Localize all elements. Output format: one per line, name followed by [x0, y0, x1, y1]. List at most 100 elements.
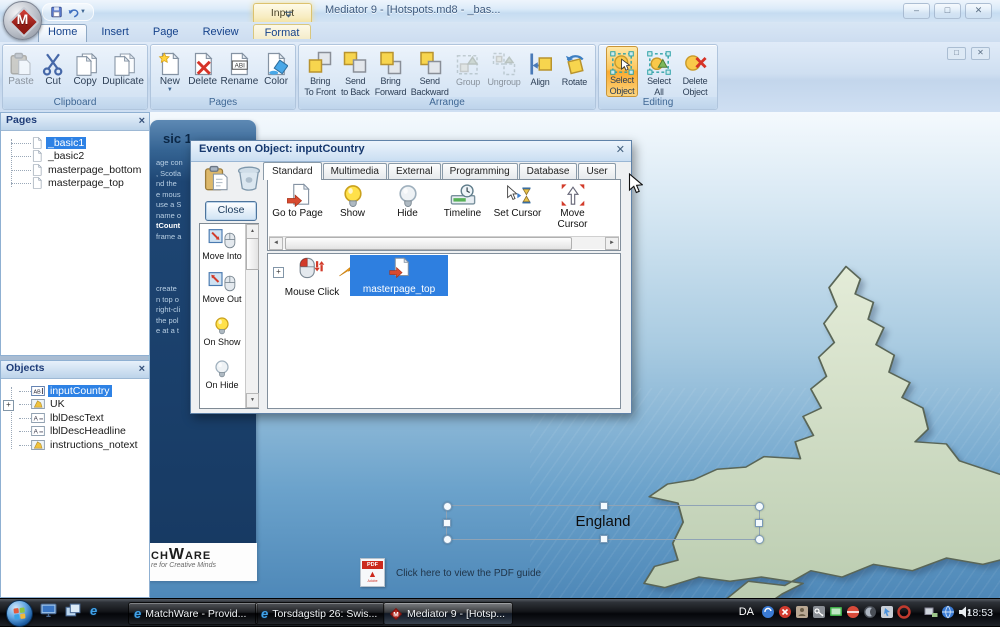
selection-handle[interactable]: [600, 535, 608, 543]
selected-text-object[interactable]: England: [446, 505, 760, 540]
ribbon-button-duplicate[interactable]: Duplicate: [102, 46, 144, 97]
tree-item-masterpage-bottom[interactable]: masterpage_bottom: [1, 163, 149, 177]
undo-button[interactable]: ▼: [67, 6, 86, 18]
dialog-tab-standard[interactable]: Standard: [263, 162, 322, 180]
tab-insert[interactable]: Insert: [91, 24, 139, 42]
taskbar-task-3[interactable]: MMediator 9 - [Hotsp...: [383, 602, 513, 625]
selection-handle[interactable]: [755, 535, 764, 544]
antivirus-tray-icon[interactable]: [846, 605, 860, 619]
taskbar-task-1[interactable]: eMatchWare - Provid...: [128, 602, 258, 625]
input-tray-icon[interactable]: [880, 605, 894, 619]
selection-handle[interactable]: [443, 502, 452, 511]
mdi-close-button[interactable]: ✕: [971, 47, 990, 60]
dialog-tab-multimedia[interactable]: Multimedia: [323, 163, 387, 179]
ribbon-button-rename[interactable]: ABIRename: [220, 46, 258, 97]
tree-item-instructions-notext[interactable]: instructions_notext: [1, 438, 149, 452]
dialog-close-icon[interactable]: ✕: [616, 143, 625, 161]
pdf-icon[interactable]: PDF ▲ Adobe: [360, 558, 385, 587]
scroll-left-icon[interactable]: ◄: [269, 237, 283, 250]
tab-review[interactable]: Review: [193, 24, 249, 42]
connectivity-tray-icon[interactable]: [941, 605, 955, 619]
assigned-event-mouse-click[interactable]: Mouse Click: [282, 257, 342, 298]
action-set-cursor[interactable]: Set Cursor: [490, 183, 545, 230]
selection-handle[interactable]: [443, 519, 451, 527]
uk-map-shape[interactable]: [618, 258, 1000, 598]
dialog-close-button[interactable]: Close: [205, 201, 257, 221]
save-button[interactable]: [50, 6, 63, 18]
dialog-tab-programming[interactable]: Programming: [442, 163, 518, 179]
scrollbar-thumb[interactable]: [246, 238, 259, 270]
ribbon-button-rotate[interactable]: Rotate: [559, 46, 589, 97]
selection-handle[interactable]: [443, 535, 452, 544]
selection-handle[interactable]: [755, 502, 764, 511]
tree-item--basic1[interactable]: _basic1: [1, 136, 149, 150]
dialog-tab-user[interactable]: User: [578, 163, 615, 179]
ribbon-button-send-backward[interactable]: Send Backward: [411, 46, 449, 97]
ie-icon[interactable]: e: [90, 604, 97, 617]
tab-format[interactable]: Format: [253, 24, 311, 39]
network-tray-icon[interactable]: [924, 605, 938, 619]
tree-item-lbldescheadline[interactable]: AlblDescHeadline: [1, 425, 149, 439]
dialog-paste-icon[interactable]: [203, 165, 229, 196]
pages-panel-close-icon[interactable]: ×: [139, 114, 145, 130]
vertical-scrollbar[interactable]: ▲ ▼: [245, 224, 258, 408]
language-indicator[interactable]: DA: [739, 606, 754, 618]
tree-item--basic2[interactable]: _basic2: [1, 150, 149, 164]
tree-item-inputcountry[interactable]: ABinputCountry: [1, 384, 149, 398]
expander-icon[interactable]: +: [3, 400, 14, 411]
user-tray-icon[interactable]: [795, 605, 809, 619]
action-go-to-page[interactable]: Go to Page: [270, 183, 325, 230]
ribbon-button-send-to-back[interactable]: Send to Back: [340, 46, 370, 97]
action-hide[interactable]: Hide: [380, 183, 435, 230]
tab-home[interactable]: Home: [38, 24, 87, 42]
app-logo-icon[interactable]: M: [3, 1, 42, 40]
ribbon-button-bring-forward[interactable]: Bring Forward: [375, 46, 407, 97]
tree-item-masterpage-top[interactable]: masterpage_top: [1, 177, 149, 191]
action-show[interactable]: Show: [325, 183, 380, 230]
action-partial[interactable]: [600, 183, 621, 230]
ribbon-button-select-all[interactable]: Select All: [644, 46, 674, 97]
ribbon-button-delete-object[interactable]: Delete Object: [680, 46, 710, 97]
taskbar-clock[interactable]: 18:53: [967, 607, 993, 619]
dialog-titlebar[interactable]: Events on Object: inputCountry ✕: [191, 141, 631, 162]
close-button[interactable]: ✕: [965, 3, 992, 19]
scroll-right-icon[interactable]: ►: [605, 237, 619, 250]
restore-button[interactable]: □: [934, 3, 961, 19]
event-on-show[interactable]: On Show: [200, 314, 244, 347]
desktop-icon[interactable]: [40, 603, 57, 618]
assigned-action-masterpage-top[interactable]: masterpage_top: [350, 255, 448, 296]
ribbon-button-new[interactable]: New▼: [155, 46, 185, 97]
ribbon-button-cut[interactable]: Cut: [38, 46, 68, 97]
event-move-into[interactable]: Move Into: [200, 228, 244, 261]
tree-item-uk[interactable]: UK: [1, 398, 149, 412]
event-on-hide[interactable]: On Hide: [200, 357, 244, 390]
action-timeline[interactable]: Timeline: [435, 183, 490, 230]
scroll-up-icon[interactable]: ▲: [246, 224, 259, 239]
device-tray-icon[interactable]: [812, 605, 826, 619]
start-button[interactable]: [6, 600, 33, 627]
ribbon-button-align[interactable]: Align: [525, 46, 555, 97]
switcher-icon[interactable]: [65, 603, 82, 618]
action-move-cursor[interactable]: Move Cursor: [545, 183, 600, 230]
security-alert-tray-icon[interactable]: [778, 605, 792, 619]
objects-panel-close-icon[interactable]: ×: [139, 362, 145, 378]
power-tray-icon[interactable]: [863, 605, 877, 619]
minimize-button[interactable]: –: [903, 3, 930, 19]
mdi-restore-button[interactable]: □: [947, 47, 966, 60]
ribbon-button-delete[interactable]: Delete: [188, 46, 218, 97]
taskbar-task-2[interactable]: eTorsdagstip 26: Swis...: [255, 602, 385, 625]
scrollbar-thumb[interactable]: [285, 237, 572, 250]
dialog-tab-database[interactable]: Database: [519, 163, 578, 179]
alarm-tray-icon[interactable]: [897, 605, 911, 619]
ribbon-button-select-object[interactable]: Select Object: [606, 46, 638, 97]
selection-handle[interactable]: [600, 502, 608, 510]
tab-page[interactable]: Page: [143, 24, 189, 42]
pdf-guide-link[interactable]: Click here to view the PDF guide: [396, 568, 541, 579]
ribbon-button-copy[interactable]: Copy: [70, 46, 100, 97]
dialog-tab-external[interactable]: External: [388, 163, 441, 179]
ribbon-button-bring-to-front[interactable]: Bring To Front: [304, 46, 335, 97]
display-tray-icon[interactable]: [829, 605, 843, 619]
dialog-trash-icon[interactable]: [236, 165, 262, 196]
event-move-out[interactable]: Move Out: [200, 271, 244, 304]
tree-item-lbldesctext[interactable]: AlblDescText: [1, 411, 149, 425]
